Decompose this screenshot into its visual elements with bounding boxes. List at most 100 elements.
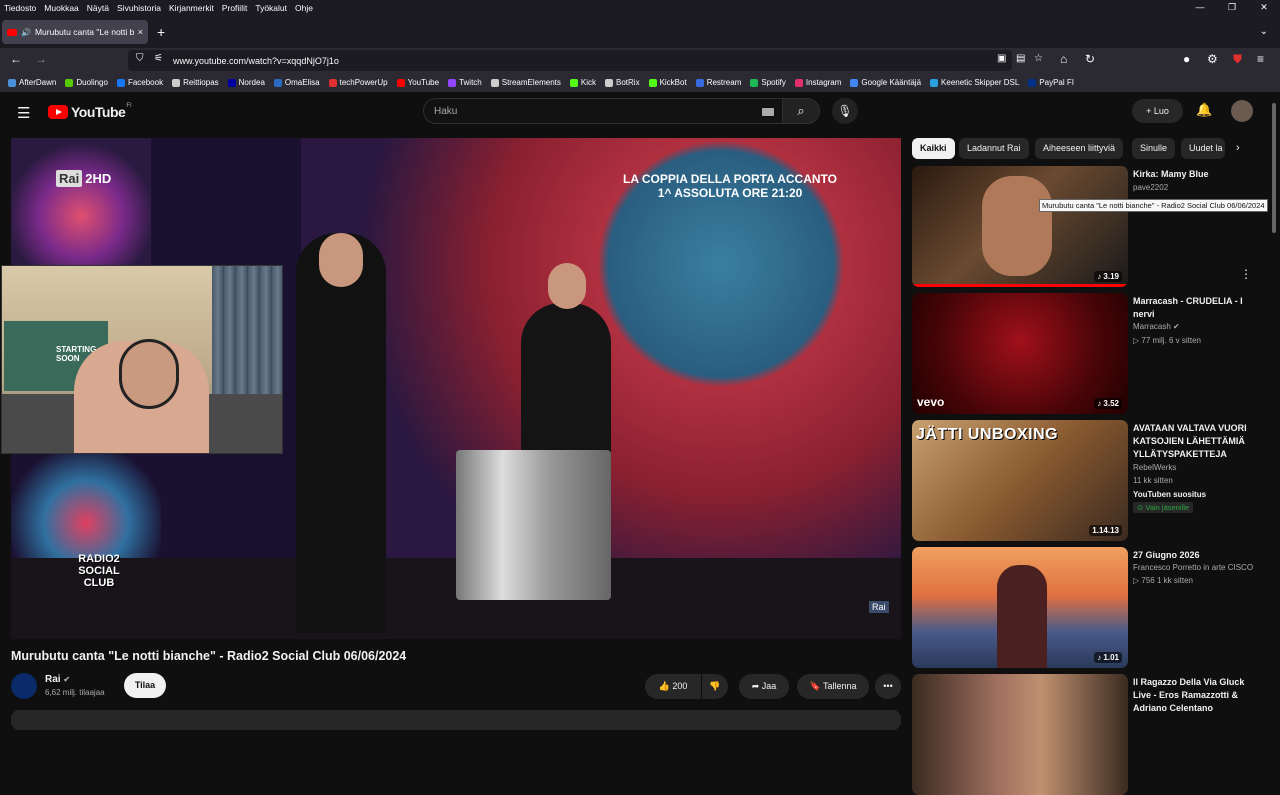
keyboard-icon[interactable] xyxy=(762,108,774,116)
app-menu-icon[interactable]: ≡ xyxy=(1257,52,1264,66)
avatar[interactable] xyxy=(1231,100,1253,122)
screenshot-icon[interactable]: ▣ xyxy=(997,53,1006,64)
menu-hamburger-icon[interactable]: ☰ xyxy=(17,104,30,122)
thumbs-up-icon: 👍 xyxy=(658,681,670,691)
rec-title[interactable]: Il Ragazzo Della Via Gluck Live - Eros R… xyxy=(1133,676,1253,715)
create-button[interactable]: + Luo xyxy=(1132,99,1183,123)
bookmark-twitch[interactable]: Twitch xyxy=(448,78,482,87)
chip-for-you[interactable]: Sinulle xyxy=(1132,138,1176,159)
tab-list-chevron-icon[interactable]: ⌄ xyxy=(1260,26,1268,37)
tab-close-icon[interactable]: × xyxy=(138,27,143,37)
account-icon[interactable]: ● xyxy=(1183,52,1190,66)
more-vertical-icon[interactable]: ⋮ xyxy=(1240,267,1252,281)
bookmark-keenetic-skipper-dsl[interactable]: Keenetic Skipper DSL xyxy=(930,78,1019,87)
members-icon: ⊙ xyxy=(1137,503,1144,512)
dislike-button[interactable]: 👎 xyxy=(702,674,728,699)
bookmark-omaelisa[interactable]: OmaElisa xyxy=(273,78,320,87)
chip-related[interactable]: Aiheeseen liittyviä xyxy=(1035,138,1124,159)
bookmark-youtube[interactable]: YouTube xyxy=(396,78,439,87)
rec-channel[interactable]: Marracash ✔ xyxy=(1133,322,1180,331)
bookmark-duolingo[interactable]: Duolingo xyxy=(65,78,108,87)
save-button[interactable]: 🔖 Tallenna xyxy=(797,674,869,699)
notifications-bell-icon[interactable]: 🔔 xyxy=(1196,102,1212,118)
share-button[interactable]: ➦ Jaa xyxy=(739,674,789,699)
bookmark-instagram[interactable]: Instagram xyxy=(794,78,841,87)
chevron-right-icon[interactable]: › xyxy=(1236,142,1240,154)
bookmark-kickbot[interactable]: KickBot xyxy=(648,78,687,87)
subscribe-button[interactable]: Tilaa xyxy=(124,673,166,698)
restore-icon[interactable]: ❐ xyxy=(1216,0,1248,15)
bookmark-afterdawn[interactable]: AfterDawn xyxy=(8,78,56,87)
bookmark-favicon-icon xyxy=(8,78,16,87)
menu-history[interactable]: Sivuhistoria xyxy=(117,3,161,13)
rec-channel[interactable]: RebelWerks xyxy=(1133,463,1176,472)
url-text[interactable]: www.youtube.com/watch?v=xqqdNjO7j1o xyxy=(173,56,339,66)
youtube-favicon-icon xyxy=(7,28,17,36)
chip-new[interactable]: Uudet la xyxy=(1181,138,1225,159)
bookmark-botrix[interactable]: BotRix xyxy=(605,78,640,87)
menu-bookmarks[interactable]: Kirjanmerkit xyxy=(169,3,214,13)
like-button[interactable]: 👍 200 xyxy=(645,674,701,699)
speaker-icon[interactable]: 🔊 xyxy=(21,28,31,37)
overlay-line-1: LA COPPIA DELLA PORTA ACCANTO xyxy=(623,172,837,186)
reload-icon[interactable]: ↻ xyxy=(1085,52,1095,66)
bookmark-kick[interactable]: Kick xyxy=(569,78,596,87)
bookmark-favicon-icon xyxy=(396,78,405,87)
youtube-logo[interactable]: YouTube FI xyxy=(48,103,132,120)
home-icon[interactable]: ⌂ xyxy=(1060,52,1067,66)
rec-title[interactable]: Marracash - CRUDELIA - I nervi xyxy=(1133,295,1253,321)
reader-view-icon[interactable]: ▤ xyxy=(1016,53,1025,64)
menu-edit[interactable]: Muokkaa xyxy=(44,3,79,13)
extensions-icon[interactable]: ⚙ xyxy=(1207,52,1218,66)
video-thumbnail[interactable]: JÄTTI UNBOXING 1.14.13 xyxy=(912,420,1128,541)
close-window-icon[interactable]: ✕ xyxy=(1248,0,1280,15)
channel-name[interactable]: Rai ✔ xyxy=(45,674,70,685)
back-arrow-icon[interactable]: ← xyxy=(10,52,22,66)
menu-help[interactable]: Ohje xyxy=(295,3,313,13)
ublock-icon[interactable]: ⛊ xyxy=(1233,52,1242,67)
menu-view[interactable]: Näytä xyxy=(87,3,109,13)
video-thumbnail[interactable]: ♪ 1.01 xyxy=(912,547,1128,668)
video-thumbnail[interactable] xyxy=(912,674,1128,795)
bookmark-restream[interactable]: Restream xyxy=(695,78,741,87)
channel-avatar[interactable] xyxy=(11,673,37,699)
bookmark-streamelements[interactable]: StreamElements xyxy=(490,78,561,87)
bookmark-google-k-nt-j-[interactable]: Google Kääntäjä xyxy=(850,78,921,87)
tab-youtube[interactable]: 🔊 Murubutu canta "Le notti b × xyxy=(2,20,148,44)
video-thumbnail[interactable]: ♪ 3.19 xyxy=(912,166,1128,287)
rec-channel[interactable]: Francesco Porretto in arte CISCO xyxy=(1133,563,1253,572)
forward-arrow-icon[interactable]: → xyxy=(35,52,47,66)
search-input[interactable]: Haku xyxy=(423,98,783,124)
rec-title[interactable]: Kirka: Mamy Blue xyxy=(1133,168,1253,181)
permissions-icon[interactable]: ⚟ xyxy=(154,53,163,64)
video-thumbnail[interactable]: vevo ♪ 3.52 xyxy=(912,293,1128,414)
bookmark-spotify[interactable]: Spotify xyxy=(750,78,786,87)
rec-title[interactable]: 27 Giugno 2026 xyxy=(1133,549,1253,562)
rec-channel[interactable]: pave2202 xyxy=(1133,183,1168,192)
bookmark-paypal-fi[interactable]: PayPal FI xyxy=(1028,78,1074,87)
search-button[interactable]: ⌕ xyxy=(782,98,820,124)
rai2-suffix: 2HD xyxy=(85,171,112,186)
more-actions-button[interactable]: ••• xyxy=(875,674,901,699)
bookmark-reittiopas[interactable]: Reittiopas xyxy=(172,78,219,87)
chip-uploaded-by[interactable]: Ladannut Rai xyxy=(959,138,1029,159)
minimize-icon[interactable]: — xyxy=(1184,0,1216,15)
bookmark-star-icon[interactable]: ☆ xyxy=(1034,53,1043,64)
shield-icon[interactable]: ⛉ xyxy=(136,53,144,64)
new-tab-button[interactable]: + xyxy=(157,24,165,40)
address-bar[interactable]: ⛉ ⚟ www.youtube.com/watch?v=xqqdNjO7j1o … xyxy=(128,50,1043,71)
voice-search-button[interactable]: 🎙 xyxy=(832,98,858,124)
broadcast-overlay: LA COPPIA DELLA PORTA ACCANTO 1^ ASSOLUT… xyxy=(623,172,837,200)
bookmark-facebook[interactable]: Facebook xyxy=(116,78,163,87)
menu-file[interactable]: Tiedosto xyxy=(4,3,36,13)
chip-all[interactable]: Kaikki xyxy=(912,138,955,159)
menu-profiles[interactable]: Profiilit xyxy=(222,3,248,13)
bookmark-nordea[interactable]: Nordea xyxy=(227,78,265,87)
rec-meta: ▷ 77 milj. 6 v sitten xyxy=(1133,336,1201,345)
bookmark-techpowerup[interactable]: techPowerUp xyxy=(328,78,388,87)
rec-title[interactable]: AVATAAN VALTAVA VUORI KATSOJIEN LÄHETTÄM… xyxy=(1133,422,1253,461)
menu-tools[interactable]: Työkalut xyxy=(255,3,287,13)
youtube-header: ☰ YouTube FI Haku ⌕ 🎙 + Luo 🔔 xyxy=(0,92,1280,132)
description-box[interactable] xyxy=(11,710,901,730)
scrollbar[interactable] xyxy=(1272,103,1276,233)
